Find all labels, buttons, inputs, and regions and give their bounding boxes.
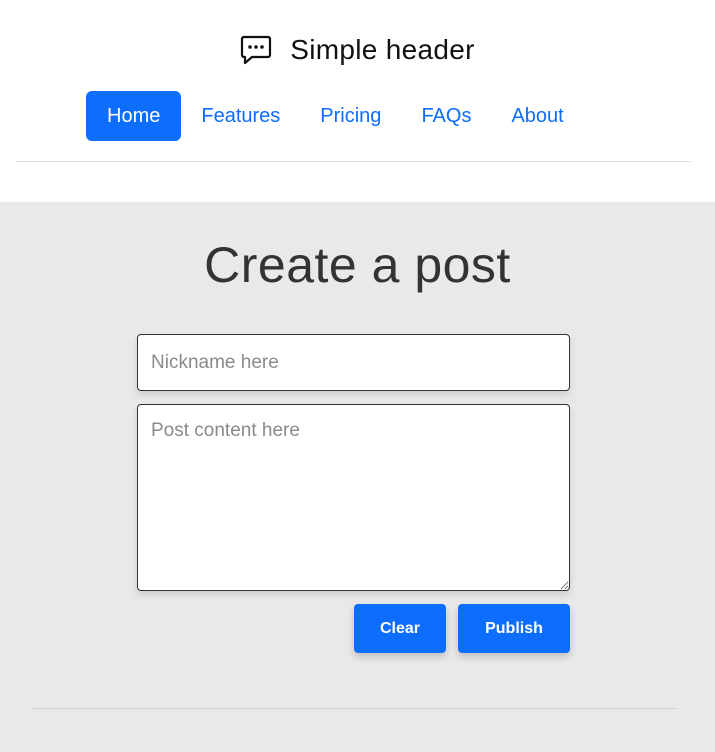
page-title: Create a post [204, 237, 511, 293]
nav-item-pricing[interactable]: Pricing [300, 91, 401, 141]
site-header: Simple header Home Features Pricing FAQs… [0, 0, 715, 202]
nav-item-about[interactable]: About [491, 91, 583, 141]
post-content-textarea[interactable] [137, 404, 570, 591]
header-divider [16, 161, 691, 162]
footer-divider [31, 708, 676, 709]
brand-title: Simple header [290, 34, 475, 65]
publish-button[interactable]: Publish [458, 604, 570, 653]
brand[interactable]: Simple header [0, 30, 715, 70]
nav-item-faqs[interactable]: FAQs [401, 91, 491, 141]
main-nav: Home Features Pricing FAQs About [86, 91, 584, 141]
clear-button[interactable]: Clear [354, 604, 446, 653]
create-post-section: Create a post Clear Publish [0, 202, 715, 752]
nickname-input[interactable] [137, 334, 570, 391]
chat-dots-icon [240, 35, 272, 65]
nav-item-features[interactable]: Features [181, 91, 300, 141]
nav-item-home[interactable]: Home [86, 91, 182, 141]
